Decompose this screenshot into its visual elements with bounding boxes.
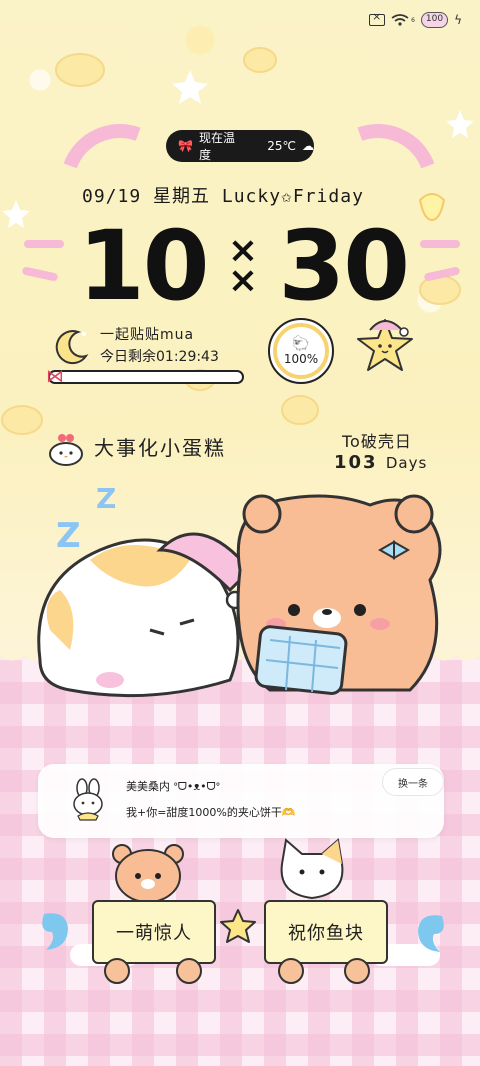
clock-separator: × ×	[227, 230, 259, 301]
temperature-value: 25℃	[267, 139, 296, 153]
date-line: 09/19 星期五 Lucky✩Friday	[82, 186, 364, 207]
shortcut-left-label: 一萌惊人	[116, 923, 192, 944]
shortcut-right[interactable]: 祝你鱼块	[264, 900, 388, 964]
moon-icon	[55, 330, 89, 365]
bear-cub-icon	[112, 844, 184, 903]
red-bow-icon: ⋈	[46, 366, 64, 387]
chick-icon	[49, 434, 83, 466]
status-bar: 6 100 ϟ	[369, 10, 462, 28]
charging-icon: ϟ	[454, 13, 462, 27]
change-message-button[interactable]: 换一条	[382, 768, 444, 796]
battery-widget[interactable]: 🐑 100%	[268, 318, 334, 384]
weather-label: 现在温度	[198, 131, 235, 162]
wallpaper-gingham	[0, 660, 480, 1066]
countdown-title: 一起贴贴mua	[100, 327, 195, 343]
bunny-avatar-icon	[73, 778, 103, 821]
cart-wheel	[104, 958, 130, 984]
anniversary-days-number: 103	[334, 452, 378, 473]
shortcut-right-label: 祝你鱼块	[288, 923, 364, 944]
star-character-icon	[357, 319, 413, 371]
cart-wheel	[176, 958, 202, 984]
shortcut-left[interactable]: 一萌惊人	[92, 900, 216, 964]
clock-minutes: 30	[278, 210, 410, 322]
bow-icon: 🎀	[178, 139, 193, 153]
notification-message: 我+你=甜度1000%的夹心饼干🫶	[126, 806, 296, 819]
net-speed: 6	[411, 16, 415, 24]
countdown-remaining: 今日剩余01:29:43	[100, 349, 219, 365]
weather-pill[interactable]: 🎀 现在温度 25℃ ☁	[166, 130, 314, 162]
lockscreen-clock[interactable]: 10 × × 30	[78, 210, 410, 322]
slogan-text: 大事化小蛋糕	[94, 436, 226, 460]
comma-decoration-icon	[42, 913, 68, 950]
anniversary-count: 103 Days	[334, 452, 427, 473]
wifi-icon	[391, 14, 409, 26]
star-icon	[220, 909, 256, 943]
anniversary-label: To破壳日	[342, 432, 412, 451]
whisker-decoration	[24, 240, 64, 248]
anniversary-unit: Days	[385, 454, 428, 472]
cart-wheel	[278, 958, 304, 984]
notification-sender: 美美桑内 ᐤᗜ•ᴥ•ᗜᐤ	[126, 780, 220, 793]
comma-decoration-icon	[418, 915, 444, 952]
cart-wheel	[344, 958, 370, 984]
whisker-decoration	[420, 240, 460, 248]
battery-widget-value: 100%	[283, 352, 319, 366]
no-sim-icon	[369, 10, 386, 26]
cat-and-bear-illustration	[37, 494, 442, 698]
battery-ring-arc	[273, 323, 329, 379]
cloud-icon: ☁	[302, 139, 314, 153]
battery-indicator: 100	[420, 12, 449, 28]
kitten-icon	[280, 838, 344, 900]
countdown-progress	[48, 370, 244, 384]
clock-hours: 10	[78, 210, 210, 322]
